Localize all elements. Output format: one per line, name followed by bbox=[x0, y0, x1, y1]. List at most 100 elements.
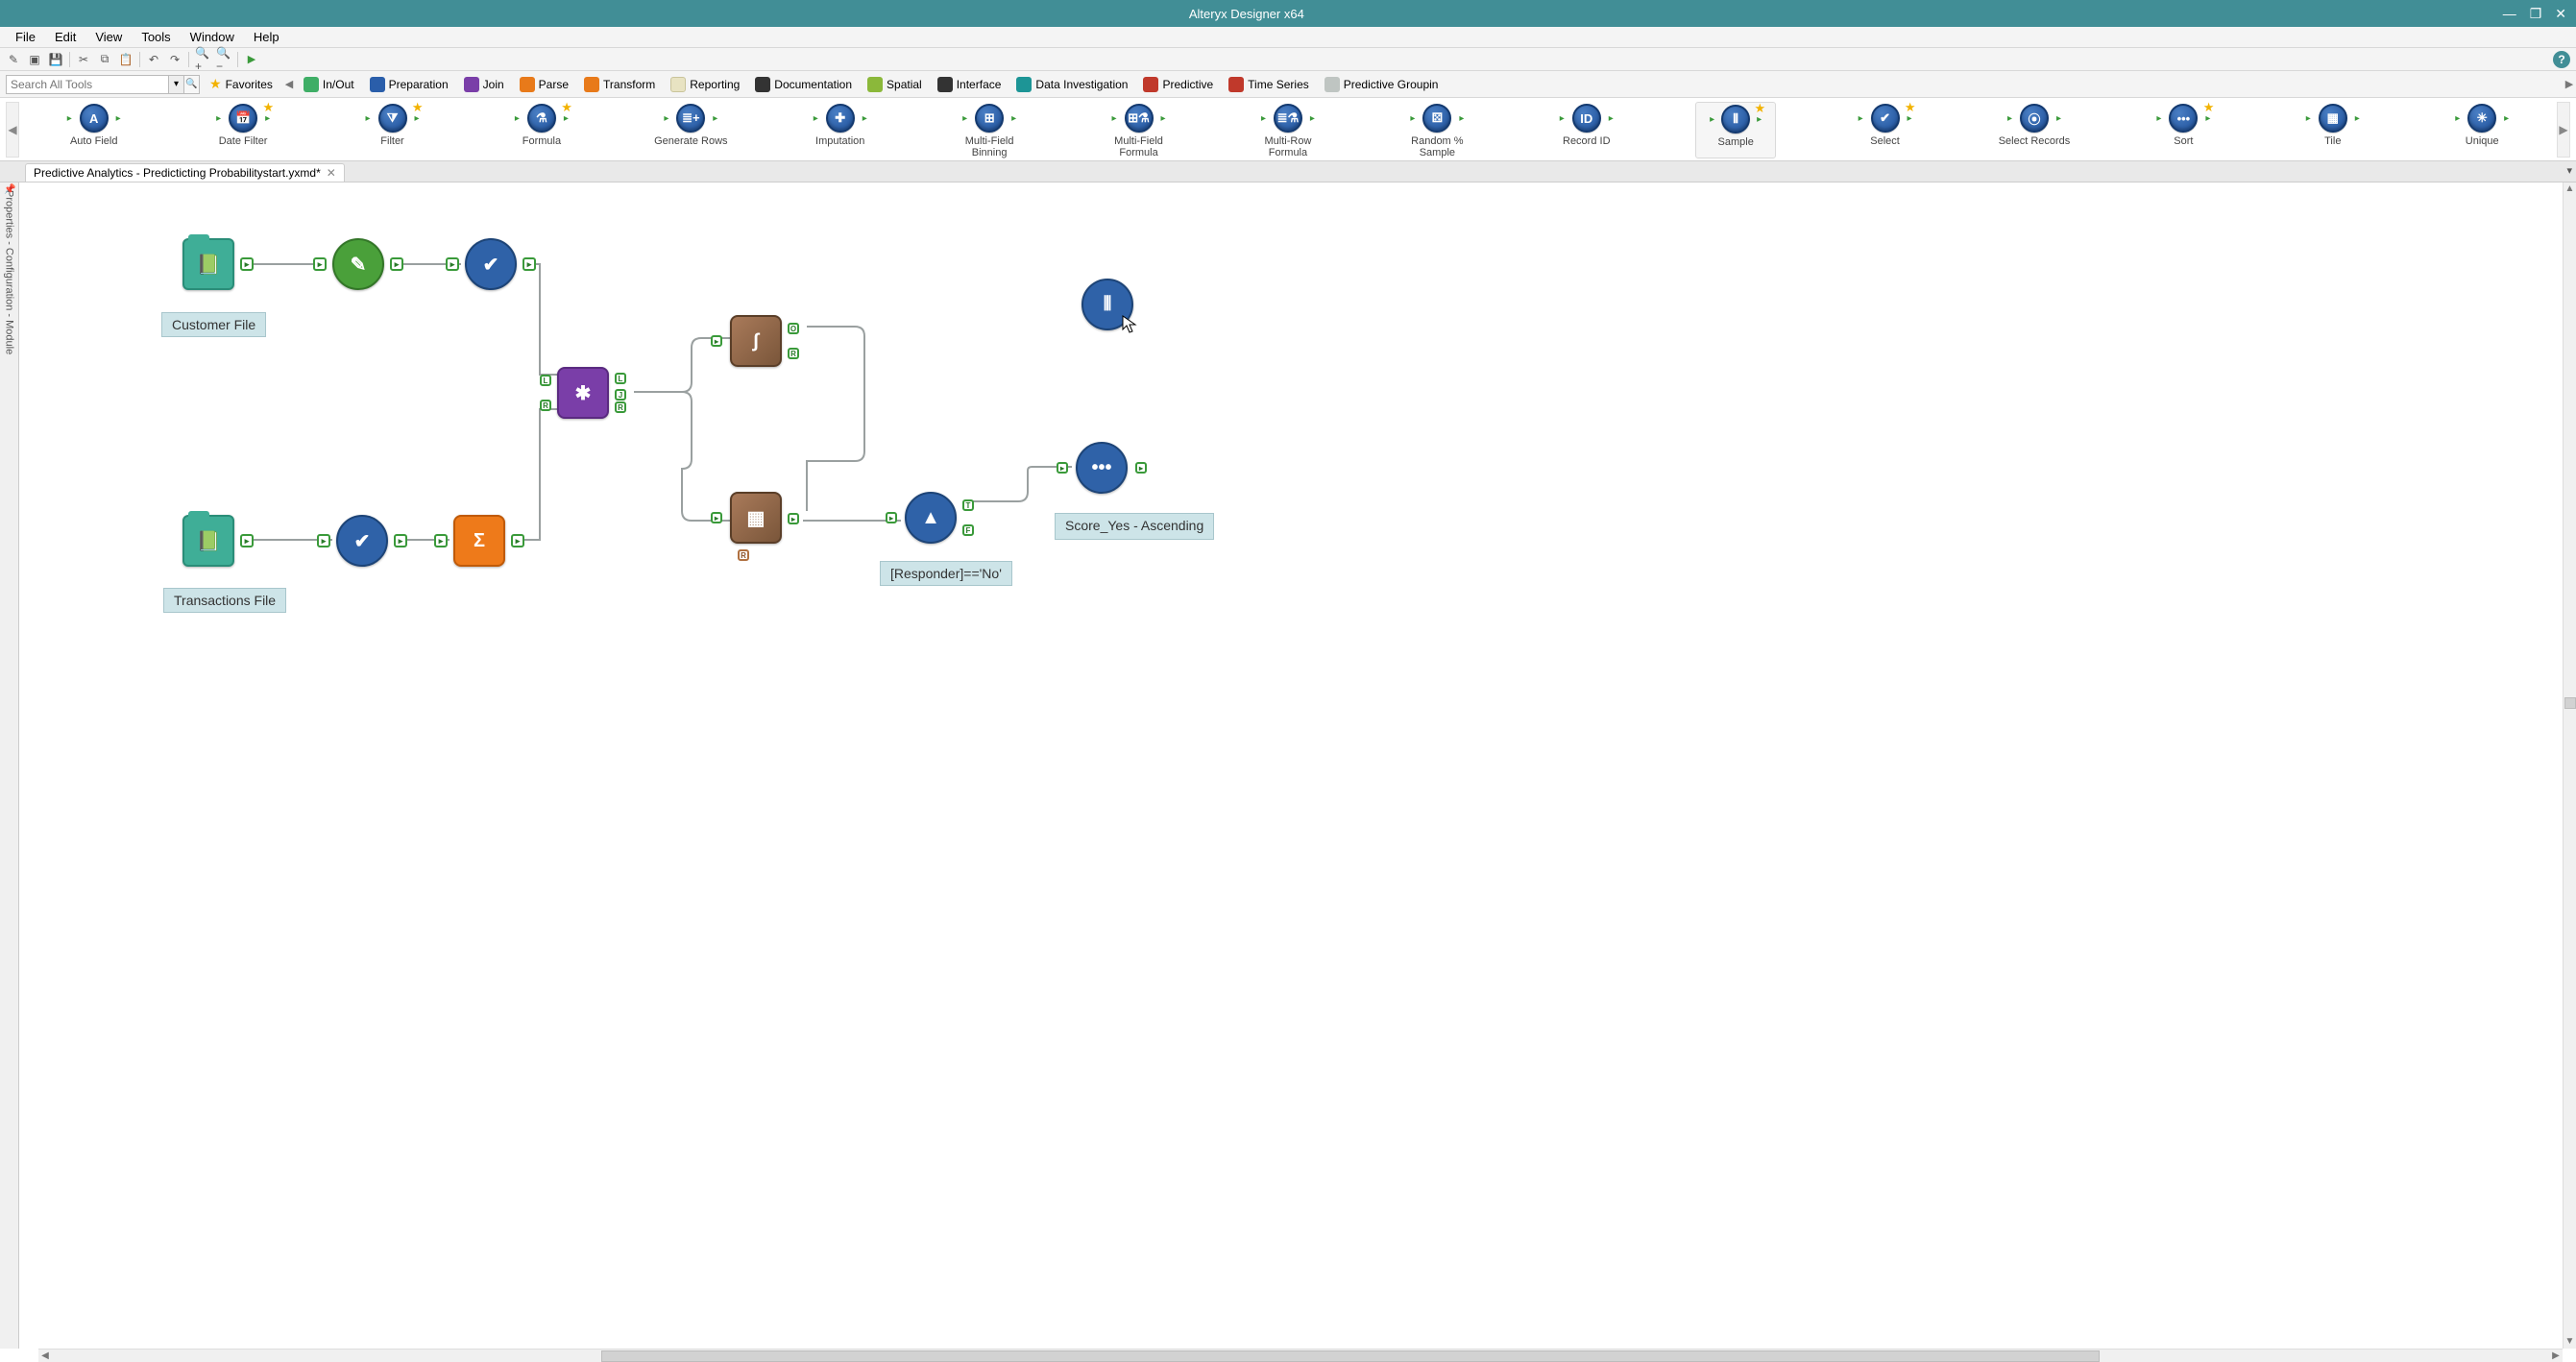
scroll-thumb[interactable] bbox=[2564, 697, 2576, 709]
palette-tool-formula[interactable]: ▸⚗▸Formula★ bbox=[501, 102, 582, 158]
category-tab-spatial[interactable]: Spatial bbox=[860, 77, 930, 92]
node-score[interactable]: ▦ ▸ ▸ R bbox=[730, 492, 782, 544]
palette-tool-tile[interactable]: ▸▦▸Tile bbox=[2293, 102, 2373, 158]
anchor-in-icon[interactable]: ▸ bbox=[711, 512, 722, 523]
category-tab-time-series[interactable]: Time Series bbox=[1221, 77, 1317, 92]
category-tab-documentation[interactable]: Documentation bbox=[747, 77, 860, 92]
category-tab-join[interactable]: Join bbox=[456, 77, 512, 92]
anchor-out-icon[interactable]: ▸ bbox=[1135, 462, 1147, 474]
palette-tool-random-sample[interactable]: ▸⚄▸Random % Sample bbox=[1397, 102, 1477, 158]
category-tab-predictive-groupin[interactable]: Predictive Groupin bbox=[1317, 77, 1446, 92]
menu-file[interactable]: File bbox=[6, 30, 45, 44]
category-tab-data-investigation[interactable]: Data Investigation bbox=[1009, 77, 1135, 92]
palette-tool-date-filter[interactable]: ▸📅▸Date Filter★ bbox=[203, 102, 283, 158]
node-join[interactable]: ✱ L R L J R bbox=[557, 367, 609, 419]
category-tab-preparation[interactable]: Preparation bbox=[362, 77, 456, 92]
anchor-out-icon[interactable]: ▸ bbox=[240, 534, 254, 547]
open-icon[interactable]: ▣ bbox=[27, 52, 42, 67]
anchor-R-icon[interactable]: R bbox=[540, 400, 551, 411]
label-filter-expression[interactable]: [Responder]=='No' bbox=[880, 561, 1012, 586]
category-tab-interface[interactable]: Interface bbox=[930, 77, 1009, 92]
palette-tool-multi-field-binning[interactable]: ▸⊞▸Multi-Field Binning bbox=[949, 102, 1030, 158]
canvas-vertical-scrollbar[interactable]: ▲ ▼ bbox=[2563, 182, 2576, 1349]
anchor-L-out-icon[interactable]: L bbox=[615, 373, 626, 384]
side-panel-collapsed[interactable]: 📌 Properties - Configuration - Module bbox=[0, 182, 19, 1349]
anchor-in-icon[interactable]: ▸ bbox=[446, 257, 459, 271]
copy-icon[interactable]: ⧉ bbox=[97, 52, 112, 67]
palette-tool-auto-field[interactable]: ▸A▸Auto Field bbox=[54, 102, 134, 158]
palette-tool-multi-row-formula[interactable]: ▸≣⚗▸Multi-Row Formula bbox=[1248, 102, 1328, 158]
scroll-up-icon[interactable]: ▲ bbox=[2565, 182, 2575, 196]
anchor-in-icon[interactable]: ▸ bbox=[1057, 462, 1068, 474]
palette-tool-select[interactable]: ▸✔▸Select★ bbox=[1845, 102, 1926, 158]
redo-icon[interactable]: ↷ bbox=[167, 52, 182, 67]
node-input-customer[interactable]: 📗 ▸ bbox=[182, 238, 234, 290]
anchor-O-icon[interactable]: O bbox=[788, 323, 799, 334]
anchor-in-icon[interactable]: ▸ bbox=[434, 534, 448, 547]
zoom-in-icon[interactable]: 🔍+ bbox=[195, 52, 210, 67]
document-tab[interactable]: Predictive Analytics - Predicticting Pro… bbox=[25, 163, 345, 182]
anchor-R-out-icon[interactable]: R bbox=[615, 401, 626, 413]
zoom-out-icon[interactable]: 🔍− bbox=[216, 52, 231, 67]
menu-view[interactable]: View bbox=[85, 30, 132, 44]
node-sort[interactable]: ••• ▸ ▸ bbox=[1076, 442, 1128, 494]
anchor-T-icon[interactable]: T bbox=[962, 499, 974, 511]
category-tab-in-out[interactable]: In/Out bbox=[296, 77, 362, 92]
node-filter[interactable]: ▲ ▸ T F bbox=[905, 492, 957, 544]
help-icon[interactable]: ? bbox=[2553, 51, 2570, 68]
pin-icon[interactable]: 📌 bbox=[4, 184, 15, 195]
palette-scroll-right-icon[interactable]: ▶ bbox=[2557, 102, 2570, 158]
undo-icon[interactable]: ↶ bbox=[146, 52, 161, 67]
palette-tool-sort[interactable]: ▸•••▸Sort★ bbox=[2143, 102, 2224, 158]
menu-edit[interactable]: Edit bbox=[45, 30, 85, 44]
palette-tool-select-records[interactable]: ▸⦿▸Select Records bbox=[1994, 102, 2075, 158]
category-tab-parse[interactable]: Parse bbox=[512, 77, 576, 92]
node-summarize[interactable]: Σ ▸ ▸ bbox=[453, 515, 505, 567]
run-button[interactable]: ▶ bbox=[244, 52, 259, 67]
category-tab-predictive[interactable]: Predictive bbox=[1135, 77, 1221, 92]
scroll-thumb[interactable] bbox=[601, 1350, 2100, 1362]
ribbon-scroll-right-icon[interactable]: ▶ bbox=[2563, 78, 2576, 90]
node-select-2[interactable]: ✔ ▸ ▸ bbox=[336, 515, 388, 567]
document-tab-close-icon[interactable]: ✕ bbox=[327, 166, 336, 180]
palette-tool-imputation[interactable]: ▸✚▸Imputation bbox=[800, 102, 881, 158]
label-sort-description[interactable]: Score_Yes - Ascending bbox=[1055, 513, 1214, 540]
anchor-R-icon[interactable]: R bbox=[738, 549, 749, 561]
anchor-R-icon[interactable]: R bbox=[788, 348, 799, 359]
palette-tool-record-id[interactable]: ▸ID▸Record ID bbox=[1546, 102, 1627, 158]
anchor-out-icon[interactable]: ▸ bbox=[240, 257, 254, 271]
document-tab-overflow-icon[interactable]: ▾ bbox=[2566, 164, 2572, 177]
scroll-down-icon[interactable]: ▼ bbox=[2565, 1335, 2575, 1349]
ribbon-scroll-left-icon[interactable]: ◀ bbox=[282, 78, 296, 90]
anchor-L-icon[interactable]: L bbox=[540, 375, 551, 386]
node-sample[interactable]: ⦀ bbox=[1081, 279, 1133, 330]
anchor-out-icon[interactable]: ▸ bbox=[390, 257, 403, 271]
anchor-out-icon[interactable]: ▸ bbox=[788, 513, 799, 524]
tool-search-input[interactable] bbox=[6, 75, 169, 94]
node-predictive-model[interactable]: ∫ ▸ O R bbox=[730, 315, 782, 367]
anchor-in-icon[interactable]: ▸ bbox=[886, 512, 897, 523]
anchor-out-icon[interactable]: ▸ bbox=[522, 257, 536, 271]
anchor-out-icon[interactable]: ▸ bbox=[394, 534, 407, 547]
anchor-in-icon[interactable]: ▸ bbox=[317, 534, 330, 547]
scroll-right-icon[interactable]: ▶ bbox=[2549, 1350, 2563, 1361]
scroll-left-icon[interactable]: ◀ bbox=[38, 1350, 52, 1361]
window-close-button[interactable]: ✕ bbox=[2555, 6, 2566, 22]
palette-tool-unique[interactable]: ▸✳▸Unique bbox=[2442, 102, 2522, 158]
new-icon[interactable]: ✎ bbox=[6, 52, 21, 67]
category-tab-transform[interactable]: Transform bbox=[576, 77, 663, 92]
node-data-cleansing[interactable]: ✎ ▸ ▸ bbox=[332, 238, 384, 290]
search-go-icon[interactable]: 🔍 bbox=[184, 75, 200, 94]
search-dropdown-icon[interactable]: ▾ bbox=[169, 75, 184, 94]
anchor-in-icon[interactable]: ▸ bbox=[711, 335, 722, 347]
node-select-1[interactable]: ✔ ▸ ▸ bbox=[465, 238, 517, 290]
canvas-horizontal-scrollbar[interactable]: ◀ ▶ bbox=[38, 1349, 2563, 1362]
save-icon[interactable]: 💾 bbox=[48, 52, 63, 67]
palette-tool-filter[interactable]: ▸⧩▸Filter★ bbox=[352, 102, 433, 158]
palette-tool-sample[interactable]: ▸⦀▸Sample★ bbox=[1695, 102, 1776, 158]
category-tab-reporting[interactable]: Reporting bbox=[663, 77, 747, 92]
palette-tool-generate-rows[interactable]: ▸≣+▸Generate Rows bbox=[650, 102, 731, 158]
anchor-out-icon[interactable]: ▸ bbox=[511, 534, 524, 547]
palette-scroll-left-icon[interactable]: ◀ bbox=[6, 102, 19, 158]
menu-help[interactable]: Help bbox=[244, 30, 289, 44]
